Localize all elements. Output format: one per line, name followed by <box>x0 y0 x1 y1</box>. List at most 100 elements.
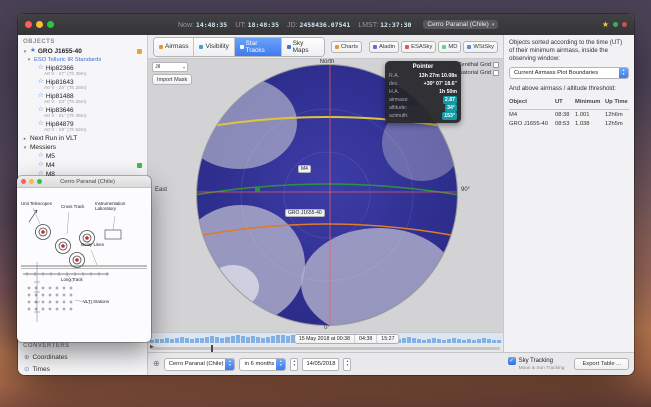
histogram-bar <box>457 339 461 343</box>
tree-item-gro-j1655-40[interactable]: ▾★GRO J1655-40 <box>18 47 147 56</box>
disclosure-icon[interactable]: ▸ <box>22 136 28 142</box>
map-label-gro-j1655-40[interactable]: GRO J1655-40 <box>285 209 325 217</box>
sky-tracking-checkbox[interactable]: ✓ Sky Tracking <box>508 357 565 365</box>
tool-aladin[interactable]: Aladin <box>369 41 399 53</box>
converter-times[interactable]: ⊙ Times <box>18 363 147 375</box>
titlebar-location-value: Cerro Paranal (Chile) <box>427 21 488 28</box>
tooltip-row: azimuth:153° <box>389 112 457 120</box>
star-icon: ★ <box>30 48 36 55</box>
ut-label: UT: <box>235 22 246 29</box>
titlebar[interactable]: Now: 14:48:35 UT: 18:48:35 JD: 2458436.0… <box>18 14 634 35</box>
tool-wstsky[interactable]: WStSky <box>463 41 498 53</box>
close-button[interactable] <box>25 21 32 28</box>
now-label: Now: <box>178 22 194 29</box>
objects-tree: ▾★GRO J1655-40▾ESO Telluric IR Standards… <box>18 47 147 188</box>
tooltip-row: H.A.1h 50m <box>389 88 457 96</box>
histogram-bar <box>266 337 270 343</box>
histogram-bar <box>175 338 179 343</box>
minimize-button[interactable] <box>36 21 43 28</box>
date-stepper[interactable]: ▴▾ <box>343 358 351 371</box>
sky-tracking-label: Sky Tracking <box>519 358 553 364</box>
end-time-button[interactable]: 15:27 <box>377 335 398 343</box>
moon-sun-tracking-label: Moon & Sun Tracking <box>519 366 565 371</box>
histogram-bar <box>276 335 280 343</box>
tree-item-label: Next Run in VLT <box>30 135 77 142</box>
disclosure-icon[interactable]: ▾ <box>22 145 28 151</box>
altitude-0-label: 0° <box>197 325 457 331</box>
tool-label: WStSky <box>473 44 494 50</box>
status-red-icon <box>622 22 627 27</box>
tree-item-next-run-in-vlt[interactable]: ▸Next Run in VLT <box>18 134 147 143</box>
time-segments: 15 May 2018 at 00:38 04:38 15:27 <box>294 334 400 344</box>
coordinates-icon: ⊕ <box>24 353 29 361</box>
scrubber-playhead[interactable] <box>211 345 213 352</box>
view-tabs: AirmassVisibilityStar TracksSky Maps <box>153 37 325 57</box>
label-delay-lines: Delay Lines <box>81 243 104 248</box>
table-row[interactable]: M408:381.00112h6m <box>509 111 629 120</box>
column-header[interactable]: Object <box>509 98 555 107</box>
tree-item-hip81643[interactable]: ☆Hip81643A0 V · 24° (7h 28m) <box>26 78 147 92</box>
mask-dropdown[interactable]: Jil ▾ <box>152 62 188 72</box>
disclosure-icon[interactable]: ▾ <box>26 57 32 63</box>
histogram-bar <box>261 338 265 343</box>
range-dropdown[interactable]: in 6 months ▴▾ <box>239 358 286 371</box>
tool-md[interactable]: MD <box>438 41 461 53</box>
tab-star-tracks[interactable]: Star Tracks <box>235 38 282 56</box>
zoom-button[interactable] <box>47 21 54 28</box>
star-icon: ☆ <box>38 107 44 114</box>
tree-item-hip82366[interactable]: ☆Hip82366A0 V · 27° (7h 39m) <box>26 64 147 78</box>
jd-label: JD: <box>287 22 298 29</box>
tree-item-messiers[interactable]: ▾Messiers <box>18 143 147 152</box>
site-dropdown[interactable]: Cerro Paranal (Chile) ▴▾ <box>164 358 236 371</box>
histogram-bar <box>452 338 456 343</box>
tree-item-m4[interactable]: ☆M4 <box>26 161 147 170</box>
chevron-down-icon: ▾ <box>183 65 185 70</box>
tab-sky-maps[interactable]: Sky Maps <box>282 38 324 56</box>
play-icon[interactable]: ▶ <box>150 344 154 350</box>
import-mask-button[interactable]: Import Mask <box>152 74 192 85</box>
star-icon: ☆ <box>38 162 44 169</box>
converter-coordinates[interactable]: ⊕ Coordinates <box>18 351 147 363</box>
track-green <box>197 184 457 195</box>
boundaries-dropdown[interactable]: Current Airmass Plot Boundaries ▴▾ <box>509 67 629 79</box>
histogram-bar <box>165 338 169 343</box>
tool-esasky[interactable]: ESASky <box>401 41 436 53</box>
favorite-star-icon[interactable]: ★ <box>602 20 609 29</box>
column-header[interactable]: Up Time <box>605 98 629 107</box>
cell: 1.038 <box>575 120 605 129</box>
tooltip-value: +30° 07' 18.6" <box>424 80 457 88</box>
paranal-window-titlebar[interactable]: Cerro Paranal (Chile) <box>17 176 151 188</box>
tooltip-label: azimuth: <box>389 112 409 120</box>
tree-item-label: Hip81488 <box>46 93 74 100</box>
tree-item-hip84879[interactable]: ☆Hip84879A0 V · 19° (7h 52m) <box>26 120 147 134</box>
range-stepper[interactable]: ▴▾ <box>290 358 298 371</box>
close-button[interactable] <box>21 179 26 184</box>
export-table-button[interactable]: Export Table ... <box>574 358 629 370</box>
status-green-icon <box>613 22 618 27</box>
column-header[interactable]: Minimum <box>575 98 605 107</box>
date-button[interactable]: 15 May 2018 at 00:38 <box>295 335 355 343</box>
disclosure-icon[interactable]: ▾ <box>22 49 28 55</box>
tree-item-hip83646[interactable]: ☆Hip83646A0 V · 21° (7h 46m) <box>26 106 147 120</box>
cell: GRO J1655-40 <box>509 120 555 129</box>
tree-item-eso-telluric-ir-standards[interactable]: ▾ESO Telluric IR Standards <box>22 56 147 64</box>
table-row[interactable]: GRO J1655-4008:531.03812h5m <box>509 120 629 129</box>
map-label-m4[interactable]: M4 <box>298 165 311 173</box>
histogram-bar <box>160 339 164 343</box>
star-tracks-map[interactable]: Jil ▾ Import Mask Zenithal Grid Equatori… <box>148 59 503 332</box>
tool-charts[interactable]: Charts <box>331 41 362 53</box>
minimize-button[interactable] <box>29 179 34 184</box>
horizon-mask-patch <box>197 205 305 325</box>
tooltip-value: 34° <box>445 104 457 112</box>
titlebar-location-dropdown[interactable]: Cerro Paranal (Chile) ▾ <box>423 20 498 29</box>
tree-item-hip81488[interactable]: ☆Hip81488A0 V · 23° (7h 25m) <box>26 92 147 106</box>
tree-item-m5[interactable]: ☆M5 <box>26 152 147 161</box>
date-field[interactable]: 14/05/2018 <box>302 358 339 371</box>
tab-visibility[interactable]: Visibility <box>194 38 234 56</box>
paranal-map-window[interactable]: Cerro Paranal (Chile) Unit Telescop <box>17 176 151 342</box>
tab-airmass[interactable]: Airmass <box>154 38 194 56</box>
label-instrumentation-laboratory: Instrumentation Laboratory <box>95 202 147 212</box>
start-time-button[interactable]: 04:38 <box>355 335 377 343</box>
time-scrubber[interactable] <box>151 347 500 350</box>
column-header[interactable]: UT <box>555 98 575 107</box>
